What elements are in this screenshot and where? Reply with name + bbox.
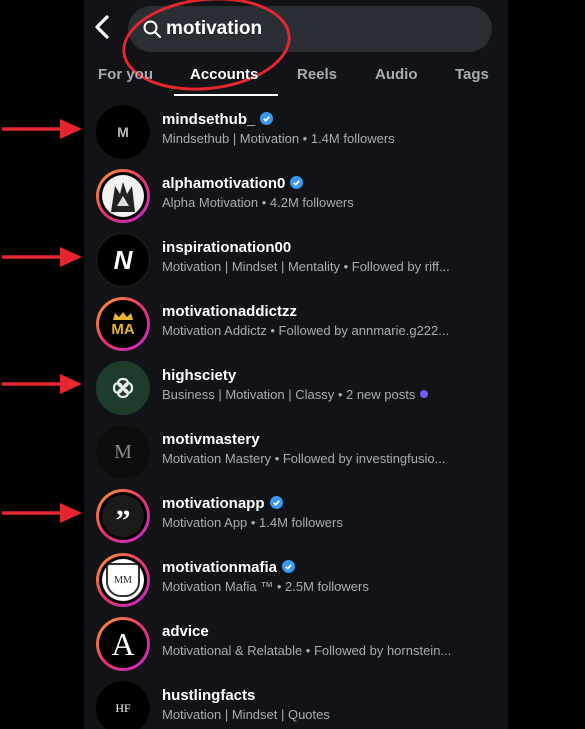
avatar: HF <box>96 681 150 729</box>
account-subtitle: Motivation App • 1.4M followers <box>162 515 343 530</box>
tab-audio[interactable]: Audio <box>375 66 418 83</box>
account-subtitle: Motivation Mafia ™ • 2.5M followers <box>162 579 369 594</box>
account-username: inspirationation00 <box>162 239 292 256</box>
account-username: hustlingfacts <box>162 687 256 704</box>
account-row[interactable]: MA motivationaddictzz Motivation Addictz… <box>84 293 508 357</box>
account-subtitle: Motivational & Relatable • Followed by h… <box>162 643 452 658</box>
tab-for-you[interactable]: For you <box>98 66 153 83</box>
account-row[interactable]: highsciety Business | Motivation | Class… <box>84 357 508 421</box>
crown-icon <box>113 311 133 320</box>
account-username: alphamotivation0 <box>162 175 286 192</box>
tab-reels[interactable]: Reels <box>297 66 337 83</box>
account-username: motivationmafia <box>162 559 278 576</box>
phone-screen: motivation For you Accounts Reels Audio … <box>84 0 508 729</box>
annotation-arrow-icon <box>2 374 82 394</box>
annotation-arrow-icon <box>2 119 82 139</box>
tab-tags[interactable]: Tags <box>455 66 489 83</box>
verified-badge-icon <box>282 560 296 573</box>
verified-badge-icon <box>290 176 304 189</box>
avatar: M <box>96 425 150 479</box>
annotation-arrow-icon <box>2 503 82 523</box>
back-arrow-icon[interactable] <box>92 14 114 40</box>
active-tab-indicator <box>174 94 278 96</box>
avatar: MA <box>96 297 150 351</box>
search-bar[interactable]: motivation <box>128 6 492 52</box>
avatar: MM <box>96 553 150 607</box>
verified-badge-icon <box>269 496 283 509</box>
account-username: advice <box>162 623 209 640</box>
avatar: ” <box>96 489 150 543</box>
account-username: highsciety <box>162 367 237 384</box>
account-row[interactable]: alphamotivation0 Alpha Motivation • 4.2M… <box>84 165 508 229</box>
wolf-logo-icon <box>111 182 135 212</box>
clover-logo-icon <box>112 377 134 399</box>
account-subtitle: Alpha Motivation • 4.2M followers <box>162 195 354 210</box>
account-row[interactable]: N inspirationation00 Motivation | Mindse… <box>84 229 508 293</box>
account-row[interactable]: M mindsethub_ Mindsethub | Motivation • … <box>84 101 508 165</box>
account-row[interactable]: ” motivationapp Motivation App • 1.4M fo… <box>84 485 508 549</box>
account-subtitle: Motivation Mastery • Followed by investi… <box>162 451 446 466</box>
account-row[interactable]: A advice Motivational & Relatable • Foll… <box>84 613 508 677</box>
avatar <box>96 169 150 223</box>
search-tabs: For you Accounts Reels Audio Tags <box>84 64 508 96</box>
search-icon <box>143 20 161 38</box>
account-username: mindsethub_ <box>162 111 256 128</box>
account-username: motivationapp <box>162 495 265 512</box>
account-row[interactable]: M motivmastery Motivation Mastery • Foll… <box>84 421 508 485</box>
account-subtitle: Motivation Addictz • Followed by annmari… <box>162 323 450 338</box>
search-input[interactable]: motivation <box>166 18 262 40</box>
new-posts-dot-icon <box>420 390 429 398</box>
annotation-arrow-icon <box>2 247 82 267</box>
avatar <box>96 361 150 415</box>
account-subtitle: Mindsethub | Motivation • 1.4M followers <box>162 131 395 146</box>
account-row[interactable]: HF hustlingfacts Motivation | Mindset | … <box>84 677 508 729</box>
account-username: motivmastery <box>162 431 260 448</box>
account-username: motivationaddictzz <box>162 303 298 320</box>
shield-logo-icon: MM <box>106 563 140 597</box>
tab-accounts[interactable]: Accounts <box>190 66 258 83</box>
account-subtitle: Motivation | Mindset | Quotes <box>162 707 330 722</box>
account-subtitle: Motivation | Mindset | Mentality • Follo… <box>162 259 450 274</box>
avatar: N <box>96 233 150 287</box>
avatar: A <box>96 617 150 671</box>
avatar: M <box>96 105 150 159</box>
verified-badge-icon <box>260 112 274 125</box>
account-subtitle: Business | Motivation | Classy • 2 new p… <box>162 387 416 402</box>
account-row[interactable]: MM motivationmafia Motivation Mafia ™ • … <box>84 549 508 613</box>
